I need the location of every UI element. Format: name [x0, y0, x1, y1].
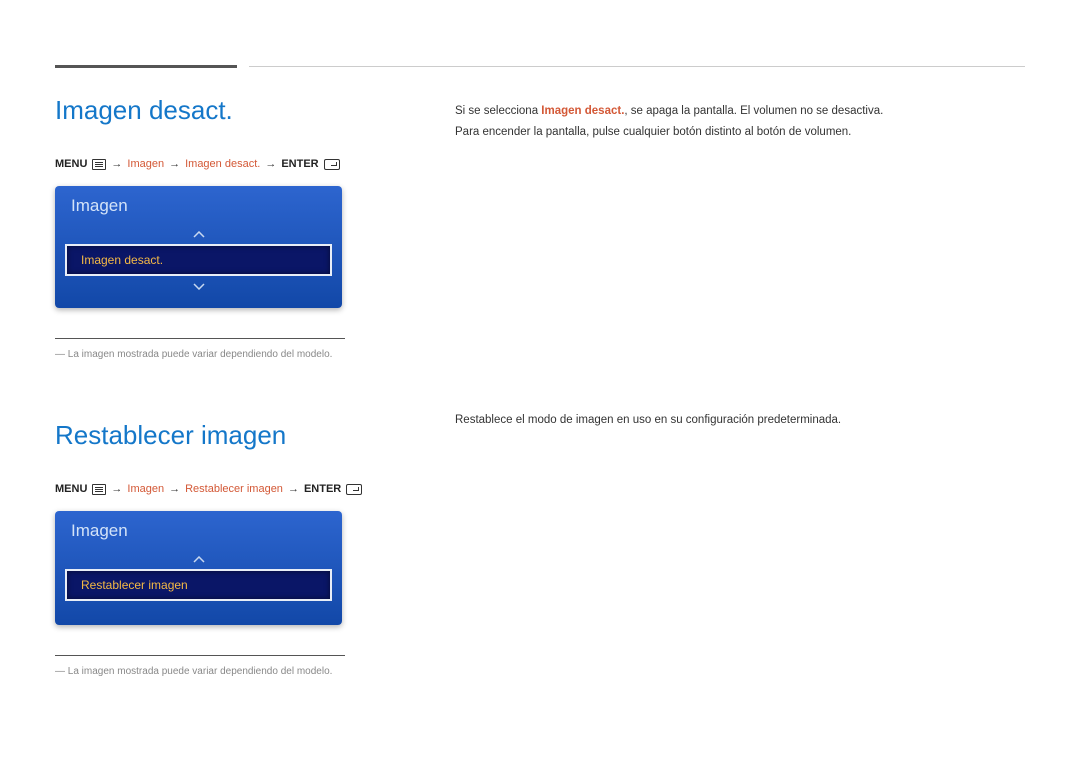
- enter-label: ENTER: [281, 158, 318, 170]
- body-section-2: Restablece el modo de imagen en uso en s…: [455, 410, 1025, 431]
- path-step-1: Imagen: [127, 158, 164, 170]
- path-step-1: Imagen: [127, 483, 164, 495]
- chevron-up-icon: [193, 556, 205, 563]
- header-divider: [55, 66, 1025, 67]
- header-divider-thin: [249, 66, 1025, 67]
- menu-path-2: MENU → Imagen → Restablecer imagen → ENT…: [55, 483, 395, 495]
- menu-box-up[interactable]: [55, 549, 342, 569]
- menu-icon: [92, 484, 106, 495]
- body-text-post: , se apaga la pantalla. El volumen no se…: [624, 105, 883, 117]
- arrow-icon: →: [169, 158, 180, 170]
- heading-restablecer: Restablecer imagen: [55, 420, 395, 451]
- enter-icon: [324, 159, 340, 170]
- arrow-icon: →: [288, 483, 299, 495]
- chevron-up-icon: [193, 231, 205, 238]
- note-divider: [55, 338, 345, 339]
- menu-path-1: MENU → Imagen → Imagen desact. → ENTER: [55, 158, 395, 170]
- menu-box-title: Imagen: [71, 196, 326, 216]
- section-imagen-desact: Imagen desact. MENU → Imagen → Imagen de…: [55, 95, 395, 360]
- chevron-down-icon: [193, 283, 205, 290]
- menu-box-selected-item[interactable]: Imagen desact.: [65, 244, 332, 276]
- menu-box-down[interactable]: [55, 276, 342, 296]
- enter-label: ENTER: [304, 483, 341, 495]
- body-text-pre: Si se selecciona: [455, 105, 541, 117]
- enter-icon: [346, 484, 362, 495]
- note-text-1: La imagen mostrada puede variar dependie…: [55, 349, 395, 360]
- menu-label: MENU: [55, 158, 87, 170]
- section-restablecer: Restablecer imagen MENU → Imagen → Resta…: [55, 420, 395, 677]
- menu-box-selected-item[interactable]: Restablecer imagen: [65, 569, 332, 601]
- arrow-icon: →: [111, 483, 122, 495]
- arrow-icon: →: [111, 158, 122, 170]
- arrow-icon: →: [169, 483, 180, 495]
- arrow-icon: →: [265, 158, 276, 170]
- body-section-1: Si se selecciona Imagen desact., se apag…: [455, 101, 1025, 142]
- body-text-highlight: Imagen desact.: [541, 105, 624, 117]
- menu-box-header: Imagen: [55, 511, 342, 549]
- path-step-2: Restablecer imagen: [185, 483, 283, 495]
- menu-box-title: Imagen: [71, 521, 326, 541]
- header-divider-thick: [55, 65, 237, 68]
- path-step-2: Imagen desact.: [185, 158, 260, 170]
- menu-box-1: Imagen Imagen desact.: [55, 186, 342, 308]
- menu-icon: [92, 159, 106, 170]
- heading-imagen-desact: Imagen desact.: [55, 95, 395, 126]
- body-text-line2: Para encender la pantalla, pulse cualqui…: [455, 126, 851, 138]
- menu-label: MENU: [55, 483, 87, 495]
- note-divider: [55, 655, 345, 656]
- note-text-2: La imagen mostrada puede variar dependie…: [55, 666, 395, 677]
- menu-box-2: Imagen Restablecer imagen: [55, 511, 342, 625]
- menu-box-up[interactable]: [55, 224, 342, 244]
- menu-box-header: Imagen: [55, 186, 342, 224]
